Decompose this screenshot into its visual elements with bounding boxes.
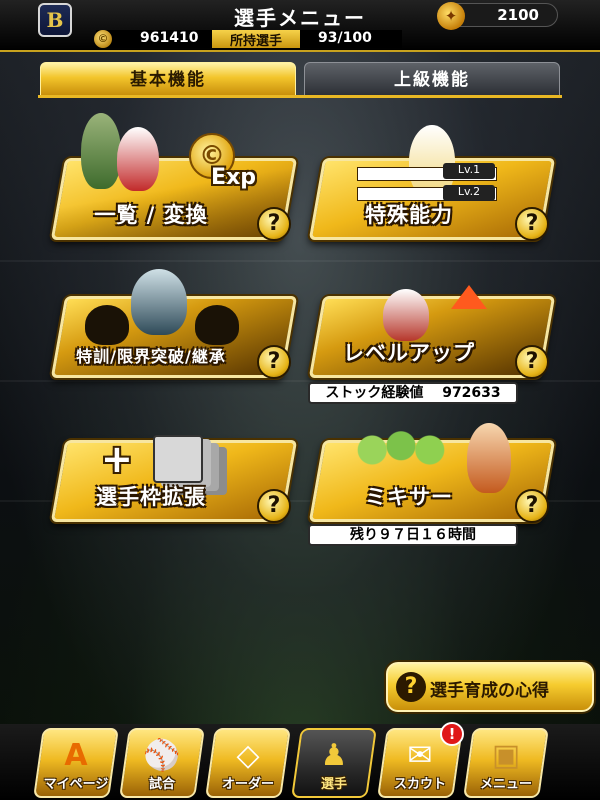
- nav-scout-label: スカウト: [393, 777, 446, 792]
- list-convert-label: 一覧 / 変換: [94, 203, 208, 227]
- stadium-icon: ⚾: [143, 738, 181, 773]
- green-balls-icon: [353, 429, 449, 471]
- expand-player-slots-button[interactable]: + 選手枠拡張 ?: [50, 435, 298, 523]
- owned-players-count: 93/100: [318, 30, 372, 46]
- owned-players-label: 所持選手: [212, 30, 300, 49]
- silhouette-illustration: [85, 305, 129, 345]
- training-tips-button[interactable]: ? 選手育成の心得: [386, 662, 594, 712]
- help-icon[interactable]: ?: [515, 345, 549, 379]
- nav-mypage[interactable]: A マイページ: [33, 728, 119, 798]
- home-A-icon: A: [64, 738, 88, 773]
- training-players-illustration: [131, 269, 187, 335]
- scout-card-icon: ✉: [407, 738, 433, 773]
- tab-underline: [38, 95, 562, 98]
- pitcher-illustration: [117, 127, 159, 191]
- top-header: B 選手メニュー ✦ 2100 © 961410 所持選手 93/100: [0, 0, 600, 52]
- stock-exp-value: 972633: [442, 385, 501, 401]
- player-cards-icon: [153, 435, 203, 483]
- help-icon: ?: [396, 672, 426, 702]
- coin-icon: ©: [94, 30, 112, 48]
- premium-currency-value: 2100: [497, 6, 539, 24]
- field-order-icon: ◇: [236, 738, 260, 773]
- nav-menu-label: メニュー: [479, 777, 532, 792]
- stock-exp-label: ストック経験値: [325, 385, 424, 401]
- list-convert-button[interactable]: © Exp 一覧 / 変換 ?: [50, 113, 298, 241]
- nav-players-label: 選手: [320, 777, 347, 792]
- special-ability-button[interactable]: Lv.1 Lv.2 特殊能力 ?: [308, 125, 556, 241]
- help-icon[interactable]: ?: [257, 345, 291, 379]
- players-illustration: [81, 113, 121, 189]
- tab-basic-functions[interactable]: 基本機能: [40, 62, 296, 96]
- tab-advanced-functions[interactable]: 上級機能: [304, 62, 560, 96]
- expand-slots-label: 選手枠拡張: [96, 485, 206, 509]
- level-up-label: レベルアップ: [343, 341, 475, 365]
- lv1-label: Lv.1: [443, 163, 495, 179]
- premium-currency-display[interactable]: ✦ 2100: [437, 2, 558, 30]
- bottom-navigation: A マイページ ⚾ 試合 ◇ オーダー ♟ 選手 ✉ スカウト ▣ メニュー: [0, 724, 600, 800]
- nav-mypage-label: マイページ: [43, 777, 109, 792]
- player-icon: ♟: [320, 738, 348, 773]
- training-label: 特訓/限界突破/継承: [76, 347, 226, 366]
- special-ability-label: 特殊能力: [365, 203, 453, 227]
- help-icon[interactable]: ?: [257, 207, 291, 241]
- mixer-label: ミキサー: [365, 485, 453, 509]
- scout-notification-badge: !: [440, 722, 464, 746]
- plus-icon: +: [101, 437, 133, 481]
- nav-match[interactable]: ⚾ 試合: [119, 728, 205, 798]
- up-arrow-icon: [451, 285, 487, 309]
- nav-order-label: オーダー: [221, 777, 274, 792]
- nav-order[interactable]: ◇ オーダー: [205, 728, 291, 798]
- silhouette-illustration: [195, 305, 239, 345]
- training-limit-break-inherit-button[interactable]: 特訓/限界突破/継承 ?: [50, 269, 298, 379]
- help-icon[interactable]: ?: [257, 489, 291, 523]
- coin-count: 961410: [140, 30, 199, 46]
- level-up-button[interactable]: レベルアップ ?: [308, 285, 556, 379]
- status-bar: © 961410 所持選手 93/100: [94, 30, 402, 49]
- help-icon[interactable]: ?: [515, 207, 549, 241]
- mixer-button[interactable]: ミキサー ?: [308, 423, 556, 523]
- menu-mascot-icon: ▣: [491, 738, 521, 773]
- exp-label: Exp: [211, 165, 256, 190]
- nav-menu[interactable]: ▣ メニュー: [463, 728, 549, 798]
- nav-players[interactable]: ♟ 選手: [291, 728, 377, 798]
- training-tips-label: 選手育成の心得: [430, 681, 549, 701]
- pitcher-illustration: [383, 289, 429, 341]
- help-icon[interactable]: ?: [515, 489, 549, 523]
- stock-exp-caption: ストック経験値 972633: [308, 382, 518, 404]
- nav-match-label: 試合: [148, 777, 175, 792]
- gold-ball-icon: ✦: [437, 2, 465, 30]
- mixer-remaining-time: 残り９７日１６時間: [308, 524, 518, 546]
